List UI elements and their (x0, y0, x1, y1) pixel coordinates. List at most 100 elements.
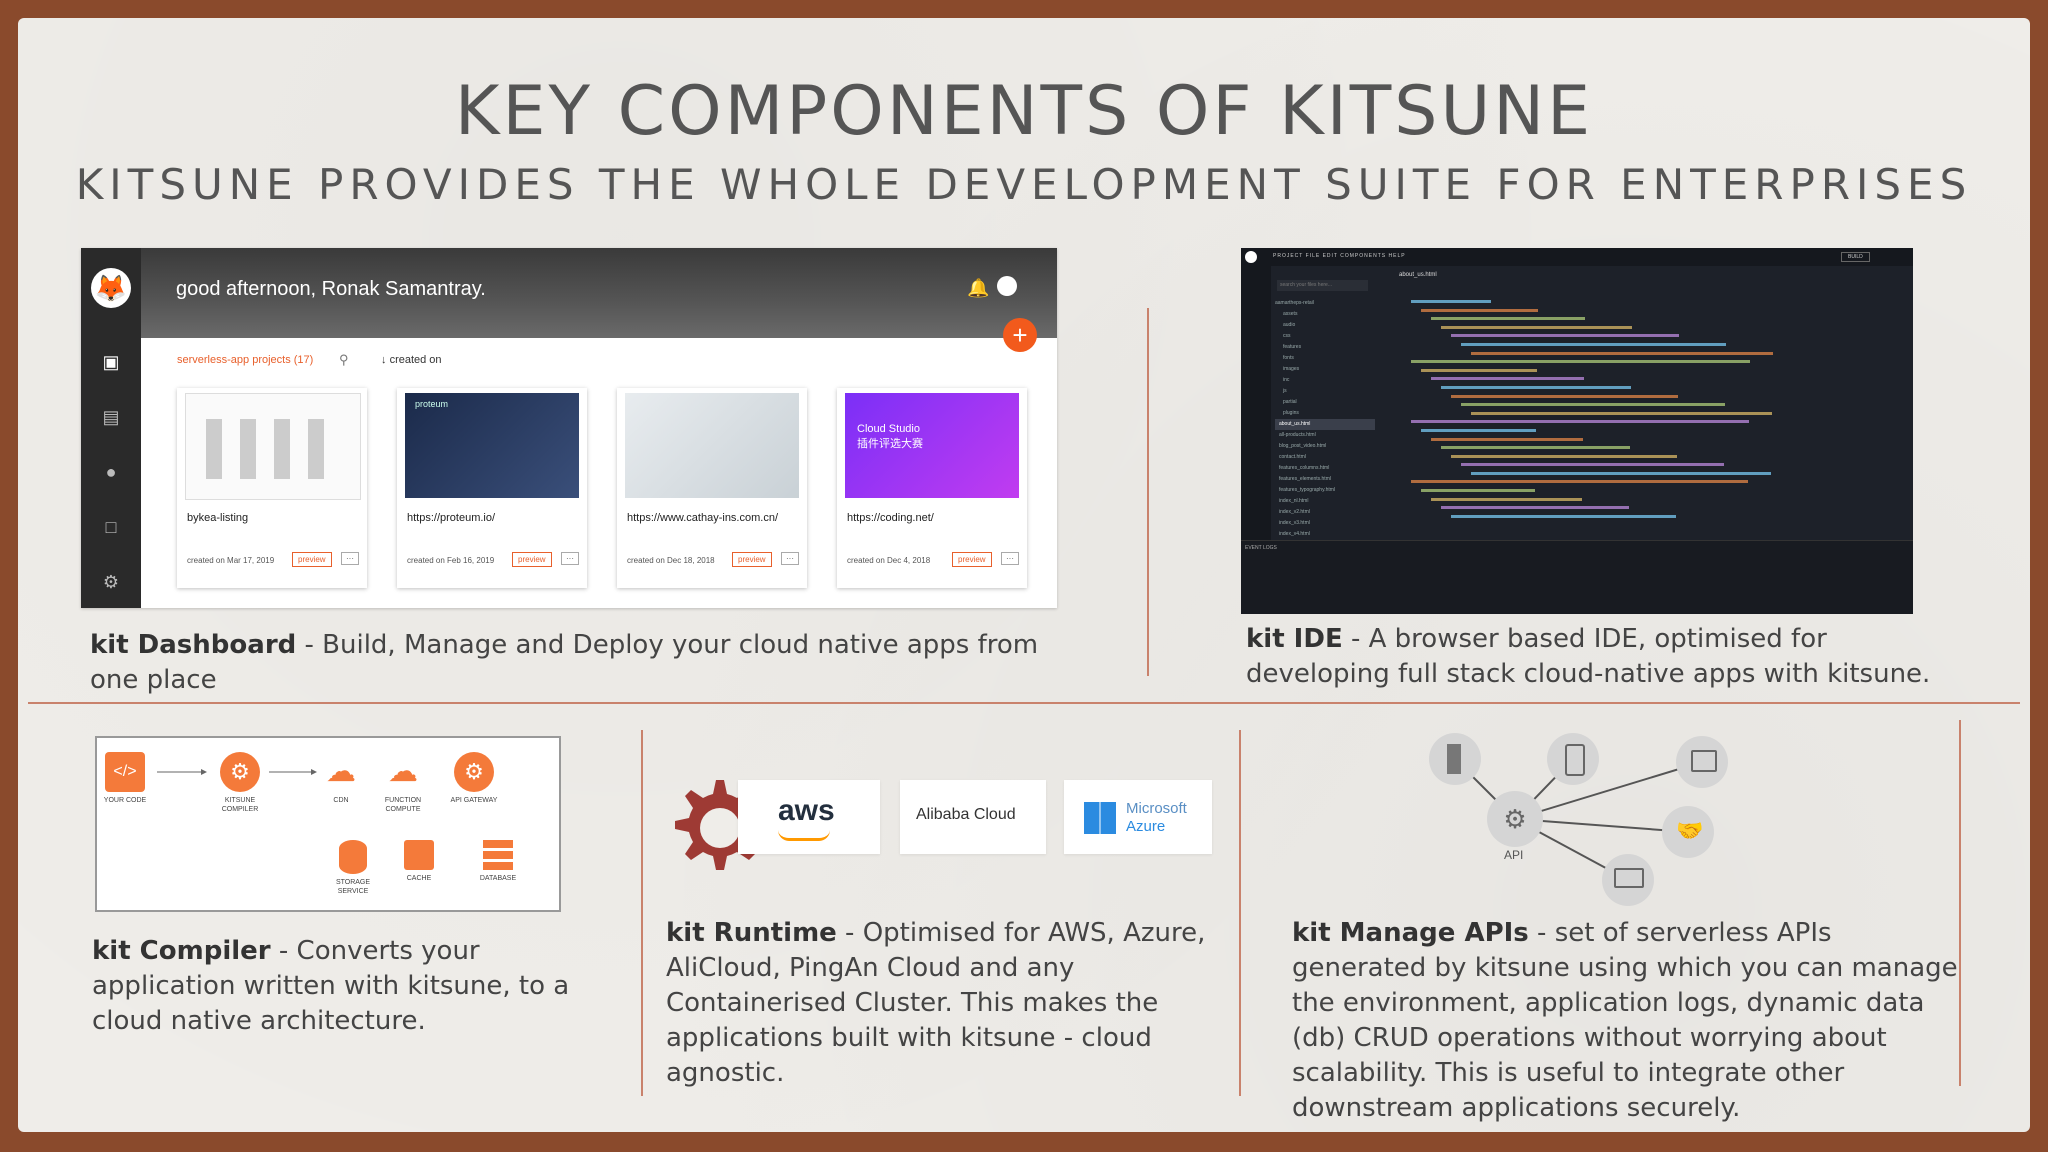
ide-tree-item[interactable]: index_v4.html (1275, 529, 1375, 540)
ide-tree-item[interactable]: fonts (1275, 353, 1375, 364)
ide-tree-item[interactable]: features_columns.html (1275, 463, 1375, 474)
alibaba-text: Alibaba Cloud (916, 806, 1016, 823)
divider-bottom-2 (1239, 730, 1241, 1096)
ide-code-line (1391, 478, 1901, 487)
ide-code-line (1391, 332, 1901, 341)
dashboard-screenshot: 🦊 ▣ ▤ ● □ ⚙ good afternoon, Ronak Samant… (81, 248, 1057, 608)
ide-tree-item[interactable]: index_v2.html (1275, 507, 1375, 518)
more-options-button[interactable]: ··· (1001, 552, 1019, 565)
ide-tree-item[interactable]: index_nl.html (1275, 496, 1375, 507)
node-api-gateway: ⚙ API GATEWAY (449, 752, 499, 805)
more-options-button[interactable]: ··· (341, 552, 359, 565)
ide-code-line (1391, 444, 1901, 453)
more-options-button[interactable]: ··· (561, 552, 579, 565)
ide-tree-item[interactable]: blog_post_video.html (1275, 441, 1375, 452)
ide-code-line (1391, 461, 1901, 470)
ide-tree-item[interactable]: features_typography.html (1275, 485, 1375, 496)
project-thumbnail: Cloud Studio 插件评选大赛 (845, 393, 1019, 498)
node-cache: CACHE (397, 840, 441, 883)
ide-code-line (1391, 436, 1901, 445)
windows-icon (1084, 802, 1116, 834)
user-account-icon[interactable] (997, 276, 1017, 296)
project-date: created on Feb 16, 2019 (407, 556, 495, 565)
database-icon (339, 840, 367, 874)
dashboard-caption-bold: kit Dashboard (90, 630, 297, 660)
gear-icon[interactable]: ⚙ (101, 573, 121, 591)
project-card[interactable]: https://www.cathay-ins.com.cn/ created o… (617, 388, 807, 588)
ide-code-line (1391, 453, 1901, 462)
slide-subtitle: KITSUNE PROVIDES THE WHOLE DEVELOPMENT S… (75, 160, 1973, 209)
ide-code-line (1391, 375, 1901, 384)
ide-code-line (1391, 324, 1901, 333)
slide-title: KEY COMPONENTS OF KITSUNE (454, 72, 1594, 151)
ide-menu[interactable]: PROJECT FILE EDIT COMPONENTS HELP (1273, 253, 1406, 259)
preview-button[interactable]: preview (952, 552, 992, 567)
ide-code-line (1391, 367, 1901, 376)
ide-tree-item[interactable]: audio (1275, 320, 1375, 331)
greeting-text: good afternoon, Ronak Samantray. (176, 278, 486, 300)
ide-tree-item[interactable]: all-products.html (1275, 430, 1375, 441)
sort-label: created on (389, 354, 442, 366)
folder-icon[interactable]: ▣ (101, 353, 121, 371)
ide-build-button[interactable]: BUILD (1841, 252, 1870, 262)
project-card[interactable]: bykea-listing created on Mar 17, 2019 pr… (177, 388, 367, 588)
ide-code-line (1391, 350, 1901, 359)
ide-tree-item[interactable]: inc (1275, 375, 1375, 386)
more-options-button[interactable]: ··· (781, 552, 799, 565)
chip-icon (404, 840, 434, 870)
globe-icon[interactable]: ● (101, 463, 121, 481)
ide-event-logs: EVENT LOGS (1241, 540, 1913, 614)
ide-code-line (1391, 470, 1901, 479)
node-label: STORAGE SERVICE (335, 879, 371, 895)
ide-logo-icon (1245, 251, 1257, 263)
board-icon[interactable]: ▤ (101, 408, 121, 426)
project-card[interactable]: Cloud Studio 插件评选大赛 https://coding.net/ … (837, 388, 1027, 588)
ide-tree-item[interactable]: css (1275, 331, 1375, 342)
ide-tree-item[interactable]: contact.html (1275, 452, 1375, 463)
add-project-button[interactable]: + (1003, 318, 1037, 352)
ide-code-line (1391, 315, 1901, 324)
microsoft-azure-logo: Microsoft Azure (1064, 780, 1212, 854)
project-date: created on Dec 4, 2018 (847, 556, 931, 565)
project-card[interactable]: proteum https://proteum.io/ created on F… (397, 388, 587, 588)
building-icon (1447, 744, 1461, 774)
preview-button[interactable]: preview (732, 552, 772, 567)
ide-screenshot: PROJECT FILE EDIT COMPONENTS HELP BUILD … (1241, 248, 1913, 614)
ide-tree-item[interactable]: features_elements.html (1275, 474, 1375, 485)
azure-line2: Azure (1126, 818, 1166, 835)
apis-caption: kit Manage APIs - set of serverless APIs… (1292, 916, 1972, 1126)
ide-code-line (1391, 341, 1901, 350)
ide-code-line (1391, 307, 1901, 316)
search-icon[interactable]: ⚲ (339, 352, 349, 368)
ide-tree-item[interactable]: images (1275, 364, 1375, 375)
project-name: https://www.cathay-ins.com.cn/ (627, 512, 778, 524)
ide-tab[interactable]: about_us.html (1399, 272, 1437, 278)
aws-smile-icon (778, 830, 830, 841)
ide-tree-item[interactable]: plugins (1275, 408, 1375, 419)
ide-tree-item[interactable]: index_v3.html (1275, 518, 1375, 529)
ide-tree-item[interactable]: about_us.html (1275, 419, 1375, 430)
runtime-caption-bold: kit Runtime (666, 918, 837, 948)
project-thumbnail (625, 393, 799, 498)
ide-code-line (1391, 358, 1901, 367)
cloud-network-icon: ☁ (326, 755, 356, 788)
project-filter[interactable]: serverless-app projects (17) (177, 354, 313, 366)
project-name: bykea-listing (187, 512, 249, 524)
ide-tree-item[interactable]: partial (1275, 397, 1375, 408)
aws-text: aws (778, 794, 835, 827)
document-icon[interactable]: □ (101, 518, 121, 536)
node-storage-service: STORAGE SERVICE (323, 840, 383, 896)
node-label: YOUR CODE (103, 797, 147, 804)
ide-code-line (1391, 504, 1901, 513)
preview-button[interactable]: preview (512, 552, 552, 567)
ide-tree-item[interactable]: assets (1275, 309, 1375, 320)
project-name: https://coding.net/ (847, 512, 934, 524)
ide-tree-item[interactable]: js (1275, 386, 1375, 397)
ide-tree-item[interactable]: features (1275, 342, 1375, 353)
preview-button[interactable]: preview (292, 552, 332, 567)
code-icon: </> (105, 752, 145, 792)
sort-created-on[interactable]: ↓ created on (381, 354, 442, 366)
ide-file-search[interactable]: search your files here... (1277, 280, 1368, 291)
ide-tree-item[interactable]: aamartheps-retail (1275, 298, 1375, 309)
bell-icon[interactable]: 🔔 (967, 278, 989, 299)
